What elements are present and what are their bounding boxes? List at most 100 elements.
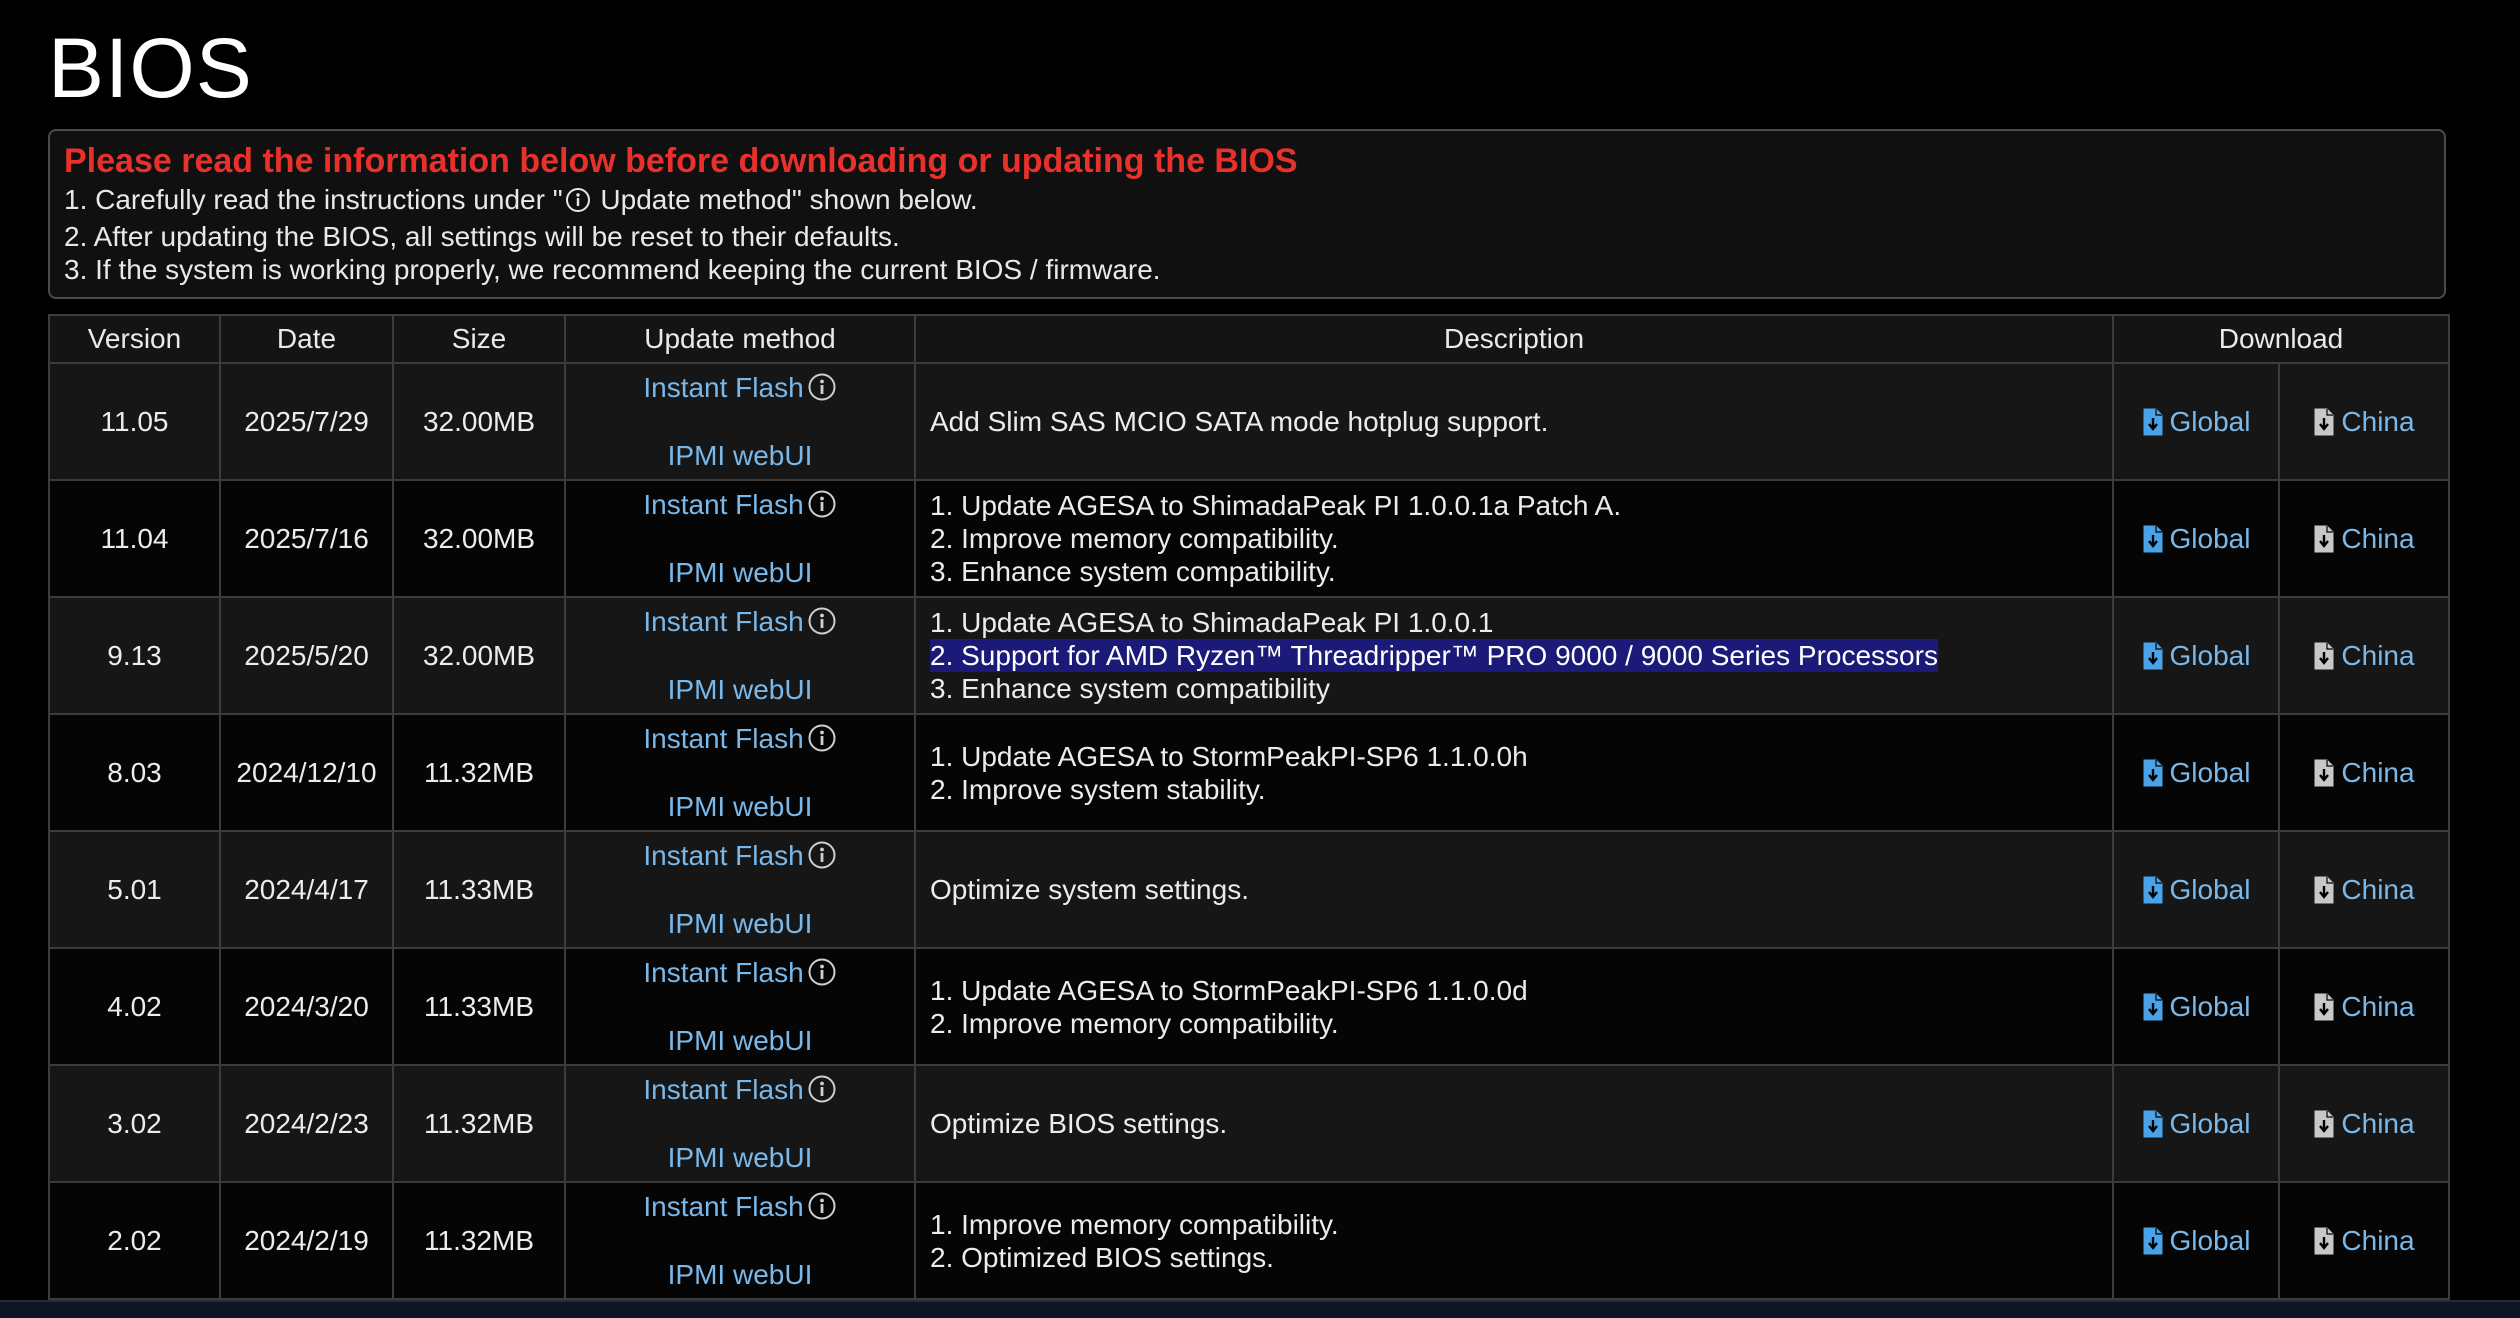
download-file-icon xyxy=(2142,523,2170,554)
ipmi-webui-link[interactable]: IPMI webUI xyxy=(566,673,914,707)
size-cell: 11.32MB xyxy=(392,1064,566,1183)
info-circle-icon[interactable] xyxy=(804,957,837,988)
table-body: 11.05 2025/7/29 32.00MB Instant Flash IPMI w… xyxy=(48,362,2450,1300)
download-china-cell: China xyxy=(2278,830,2450,949)
info-circle-icon[interactable] xyxy=(804,489,837,520)
download-china-link[interactable]: China xyxy=(2313,1108,2415,1139)
header-download: Download xyxy=(2112,314,2450,364)
ipmi-webui-link[interactable]: IPMI webUI xyxy=(566,1258,914,1292)
table-row: 11.04 2025/7/16 32.00MB Instant Flash IPMI w… xyxy=(48,479,2450,598)
version-cell: 8.03 xyxy=(48,713,221,832)
version-cell: 4.02 xyxy=(48,947,221,1066)
download-file-icon xyxy=(2313,1108,2341,1139)
download-china-link[interactable]: China xyxy=(2313,991,2415,1022)
instant-flash-link[interactable]: Instant Flash xyxy=(566,605,914,639)
instant-flash-link[interactable]: Instant Flash xyxy=(566,956,914,990)
info-circle-icon[interactable] xyxy=(804,606,837,637)
update-method-cell: Instant Flash IPMI webUI xyxy=(564,362,916,481)
download-file-icon xyxy=(2313,757,2341,788)
info-circle-icon[interactable] xyxy=(804,840,837,871)
download-china-link[interactable]: China xyxy=(2313,639,2415,671)
instant-flash-label: Instant Flash xyxy=(643,371,804,403)
ipmi-webui-link[interactable]: IPMI webUI xyxy=(566,790,914,824)
download-global-cell: Global xyxy=(2112,947,2280,1066)
instant-flash-label: Instant Flash xyxy=(643,1073,804,1105)
instant-flash-link[interactable]: Instant Flash xyxy=(566,839,914,873)
update-method-cell: Instant Flash IPMI webUI xyxy=(564,1064,916,1183)
description-line: Optimize system settings. xyxy=(930,874,1249,905)
description-line: 2. Improve system stability. xyxy=(930,773,1266,805)
download-global-link[interactable]: Global xyxy=(2142,874,2250,905)
download-file-icon xyxy=(2313,874,2341,905)
download-china-link[interactable]: China xyxy=(2313,406,2415,437)
notice-line-1-start: 1. Carefully read the instructions under… xyxy=(64,184,563,215)
description-line: 1. Update AGESA to ShimadaPeak PI 1.0.0.… xyxy=(930,490,1622,521)
instant-flash-link[interactable]: Instant Flash xyxy=(566,722,914,756)
header-version: Version xyxy=(48,314,221,364)
download-china-cell: China xyxy=(2278,479,2450,598)
notice-box: Please read the information below before… xyxy=(48,129,2446,299)
download-global-cell: Global xyxy=(2112,1181,2280,1300)
version-cell: 9.13 xyxy=(48,596,221,715)
instant-flash-link[interactable]: Instant Flash xyxy=(566,488,914,522)
date-cell: 2025/5/20 xyxy=(219,596,394,715)
notice-line-3: 3. If the system is working properly, we… xyxy=(64,254,1161,285)
bios-download-page: BIOS Please read the information below b… xyxy=(0,0,2520,1318)
download-china-label: China xyxy=(2341,873,2415,905)
description-line: 2. Improve memory compatibility. xyxy=(930,1007,1339,1039)
version-cell: 5.01 xyxy=(48,830,221,949)
download-global-link[interactable]: Global xyxy=(2142,991,2250,1022)
description-line: Optimize BIOS settings. xyxy=(930,1108,1228,1139)
ipmi-webui-link[interactable]: IPMI webUI xyxy=(566,1141,914,1175)
info-circle-icon[interactable] xyxy=(804,372,837,403)
download-china-link[interactable]: China xyxy=(2313,523,2415,554)
size-cell: 11.32MB xyxy=(392,1181,566,1300)
download-global-link[interactable]: Global xyxy=(2142,1108,2250,1139)
download-global-link[interactable]: Global xyxy=(2142,523,2250,554)
size-cell: 11.32MB xyxy=(392,713,566,832)
download-file-icon xyxy=(2313,640,2341,671)
table-row: 9.13 2025/5/20 32.00MB Instant Flash IPMI we… xyxy=(48,596,2450,715)
download-china-link[interactable]: China xyxy=(2313,873,2415,905)
size-cell: 11.33MB xyxy=(392,830,566,949)
size-cell: 32.00MB xyxy=(392,362,566,481)
download-global-label: Global xyxy=(2169,639,2251,671)
info-circle-icon[interactable] xyxy=(804,723,837,754)
description-line: 2. Support for AMD Ryzen™ Threadripper™ … xyxy=(930,639,1938,672)
ipmi-webui-link[interactable]: IPMI webUI xyxy=(566,1024,914,1058)
download-china-link[interactable]: China xyxy=(2313,756,2415,788)
ipmi-webui-link[interactable]: IPMI webUI xyxy=(566,556,914,590)
info-circle-icon[interactable] xyxy=(804,1074,837,1105)
instant-flash-label: Instant Flash xyxy=(643,1190,804,1222)
instant-flash-link[interactable]: Instant Flash xyxy=(566,371,914,405)
notice-line-1-end: Update method" shown below. xyxy=(592,184,978,215)
download-global-label: Global xyxy=(2169,1224,2251,1256)
download-global-link[interactable]: Global xyxy=(2142,406,2250,437)
description-line: 3. Enhance system compatibility xyxy=(930,673,1330,704)
download-file-icon xyxy=(2313,1225,2341,1256)
download-china-label: China xyxy=(2341,756,2415,788)
instant-flash-label: Instant Flash xyxy=(643,722,804,754)
table-row: 11.05 2025/7/29 32.00MB Instant Flash IPMI w… xyxy=(48,362,2450,481)
download-china-link[interactable]: China xyxy=(2313,1225,2415,1256)
version-cell: 3.02 xyxy=(48,1064,221,1183)
table-header-row: Version Date Size Update method Descript… xyxy=(48,314,2450,364)
description-line: Add Slim SAS MCIO SATA mode hotplug supp… xyxy=(930,406,1549,437)
download-global-label: Global xyxy=(2169,756,2251,788)
description-line: 3. Enhance system compatibility. xyxy=(930,556,1336,587)
instant-flash-link[interactable]: Instant Flash xyxy=(566,1190,914,1224)
download-global-link[interactable]: Global xyxy=(2142,756,2251,788)
instant-flash-link[interactable]: Instant Flash xyxy=(566,1073,914,1107)
info-circle-icon[interactable] xyxy=(804,1191,837,1222)
date-cell: 2024/3/20 xyxy=(219,947,394,1066)
update-method-cell: Instant Flash IPMI webUI xyxy=(564,830,916,949)
size-cell: 32.00MB xyxy=(392,479,566,598)
ipmi-webui-link[interactable]: IPMI webUI xyxy=(566,439,914,473)
version-cell: 11.05 xyxy=(48,362,221,481)
header-date: Date xyxy=(219,314,394,364)
download-global-link[interactable]: Global xyxy=(2142,1224,2251,1256)
ipmi-webui-link[interactable]: IPMI webUI xyxy=(566,907,914,941)
download-china-label: China xyxy=(2341,639,2415,671)
download-global-link[interactable]: Global xyxy=(2142,639,2251,671)
download-global-cell: Global xyxy=(2112,596,2280,715)
